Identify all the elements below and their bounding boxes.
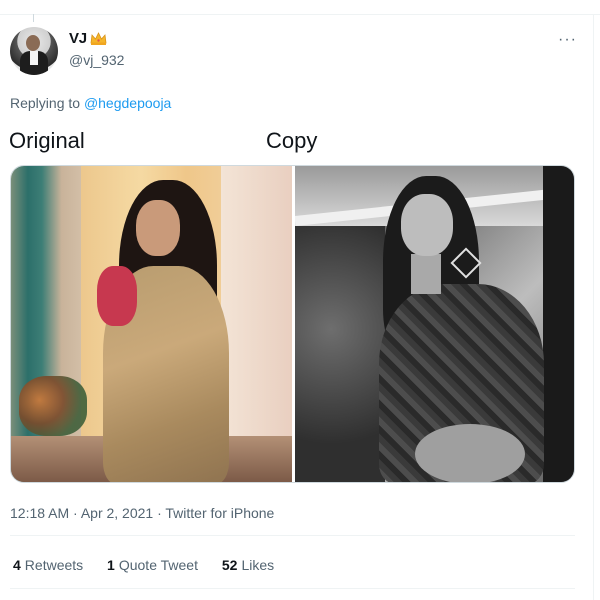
quotes-label: Quote Tweet (118, 557, 198, 573)
user-handle[interactable]: @vj_932 (69, 52, 124, 68)
avatar-collar (30, 51, 38, 65)
quote-tweets-stat[interactable]: 1 Quote Tweet (107, 557, 198, 573)
subject-knee (415, 424, 525, 482)
tweet-container: VJ @vj_932 ··· Replying to @hegdepooja O… (0, 0, 600, 600)
subject-neck (411, 254, 441, 294)
photo-original[interactable] (11, 166, 292, 482)
retweets-label: Retweets (24, 557, 84, 573)
media-grid (10, 165, 575, 483)
subject-blouse (97, 266, 137, 326)
label-original: Original (9, 128, 85, 153)
retweets-count: 4 (13, 557, 21, 573)
top-divider (0, 14, 600, 15)
subject-face (401, 194, 453, 256)
bg-flowers (19, 376, 87, 436)
right-divider (593, 14, 594, 600)
quotes-count: 1 (107, 557, 115, 573)
crown-emoji-icon (90, 32, 107, 45)
thread-line (33, 14, 34, 22)
likes-count: 52 (221, 557, 238, 573)
bg-frame-right (543, 166, 574, 482)
likes-label: Likes (241, 557, 275, 573)
likes-stat[interactable]: 52 Likes (222, 557, 274, 573)
engagement-stats: 4 Retweets 1 Quote Tweet 52 Likes (13, 557, 294, 573)
replying-to-mention[interactable]: @hegdepooja (84, 95, 171, 111)
display-name[interactable]: VJ (69, 30, 87, 47)
avatar[interactable] (10, 27, 58, 75)
replying-prefix: Replying to (10, 95, 81, 111)
label-copy: Copy (266, 128, 318, 153)
replying-to-line: Replying to @hegdepooja (10, 95, 171, 111)
subject-face (136, 200, 180, 256)
tweet-timestamp[interactable]: 12:18 AM · Apr 2, 2021 · Twitter for iPh… (10, 505, 274, 521)
bg-foliage (295, 226, 385, 482)
photo-copy[interactable] (295, 166, 574, 482)
more-options-icon[interactable]: ··· (558, 31, 577, 49)
stats-divider (10, 588, 575, 589)
avatar-face (26, 35, 40, 51)
retweets-stat[interactable]: 4 Retweets (13, 557, 83, 573)
meta-divider (10, 535, 575, 536)
